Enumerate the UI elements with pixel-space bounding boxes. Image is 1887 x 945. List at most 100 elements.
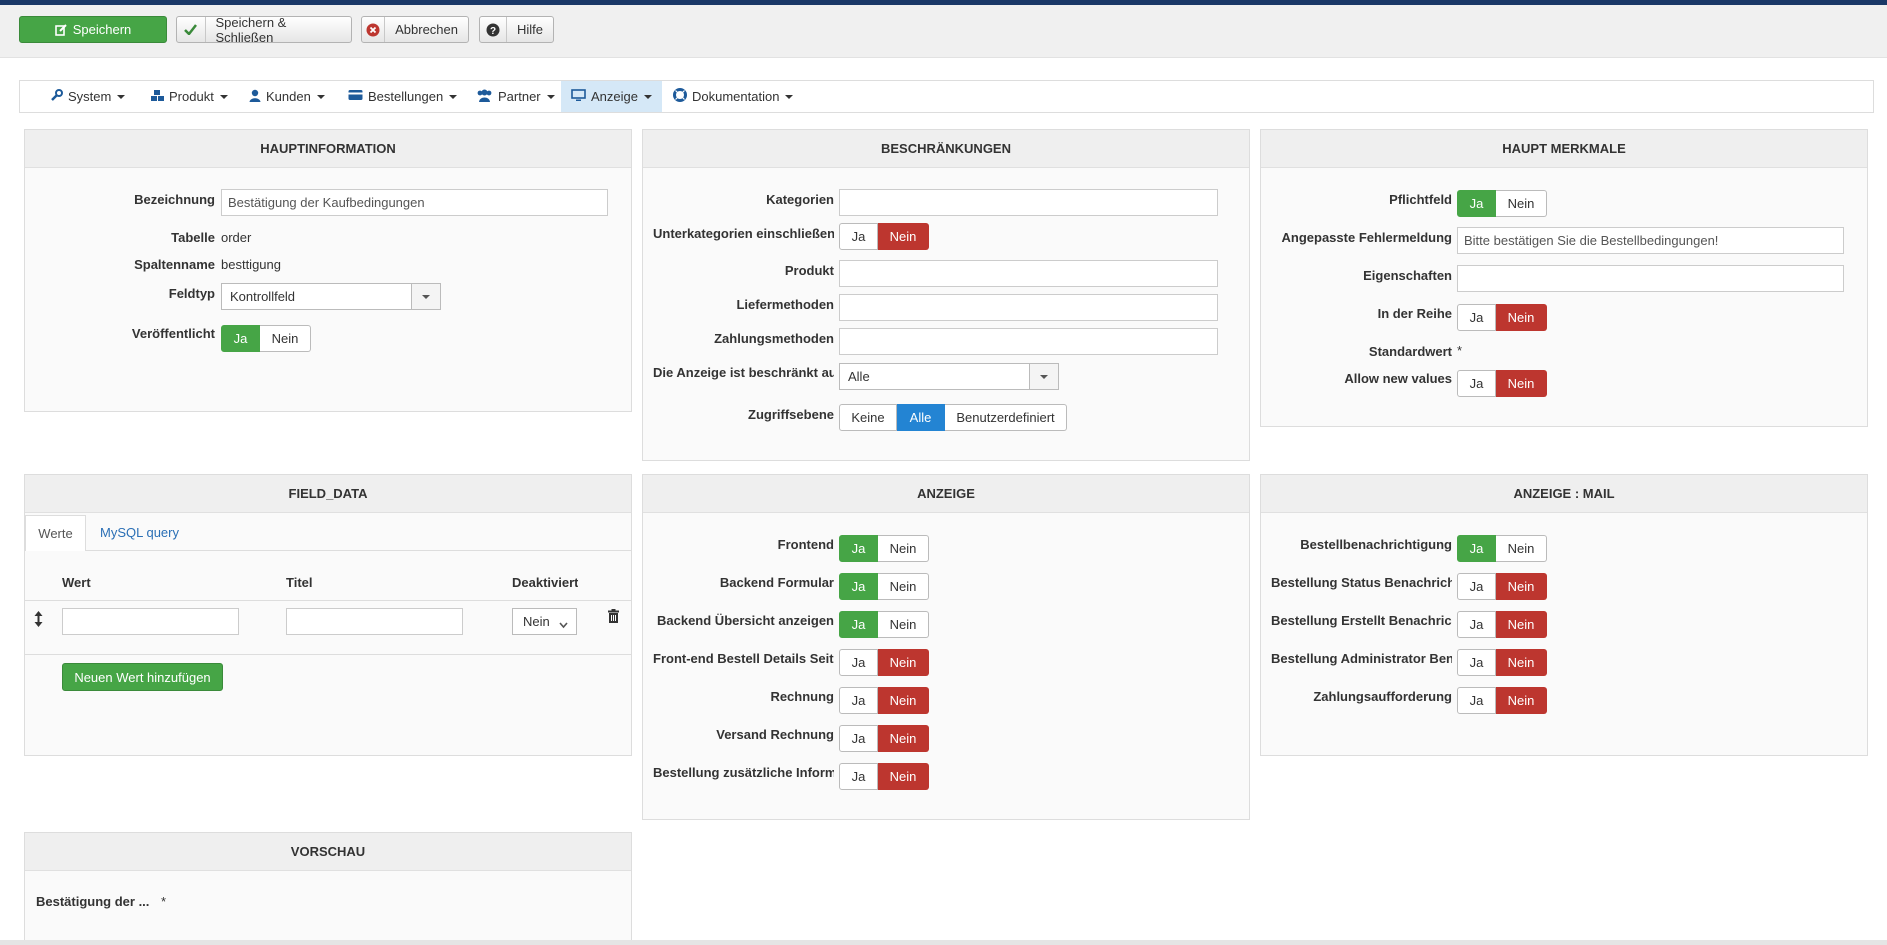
nav-anzeige[interactable]: Anzeige xyxy=(561,81,662,112)
anzeige-label: Backend Übersicht anzeigen xyxy=(657,613,834,628)
cancel-button[interactable]: Abbrechen xyxy=(361,16,469,43)
nav-produkt[interactable]: Produkt xyxy=(150,81,228,112)
deaktiviert-value: Nein xyxy=(523,614,550,629)
toggle-no[interactable]: Nein xyxy=(878,725,929,752)
bezeichnung-input[interactable]: Bestätigung der Kaufbedingungen xyxy=(221,189,608,216)
panel-title: HAUPT MERKMALE xyxy=(1261,130,1867,168)
nav-anzeige-label: Anzeige xyxy=(591,89,638,104)
nav-dokumentation[interactable]: Dokumentation xyxy=(673,81,794,112)
mail-toggle[interactable]: Ja Nein xyxy=(1457,535,1547,562)
toggle-no[interactable]: Nein xyxy=(1496,687,1547,714)
vorschau-label: Bestätigung der ... xyxy=(36,894,150,909)
toggle-no[interactable]: Nein xyxy=(1496,370,1547,397)
zugriff-benutzerdefiniert[interactable]: Benutzerdefiniert xyxy=(945,404,1067,431)
col-titel: Titel xyxy=(286,575,313,590)
toggle-no[interactable]: Nein xyxy=(1496,649,1547,676)
tab-werte[interactable]: Werte xyxy=(25,515,86,551)
zugriff-alle[interactable]: Alle xyxy=(897,404,945,431)
pflichtfeld-toggle[interactable]: Ja Nein xyxy=(1457,190,1547,217)
liefermethoden-input[interactable] xyxy=(839,294,1218,321)
trash-icon[interactable] xyxy=(608,609,619,627)
wert-input[interactable] xyxy=(62,608,239,635)
toggle-yes[interactable]: Ja xyxy=(839,535,878,562)
anzeige-toggle[interactable]: Ja Nein xyxy=(839,687,929,714)
allow-new-values-toggle[interactable]: Ja Nein xyxy=(1457,370,1547,397)
anzeige-toggle[interactable]: Ja Nein xyxy=(839,649,929,676)
produkt-input[interactable] xyxy=(839,260,1218,287)
toggle-yes[interactable]: Ja xyxy=(839,725,878,752)
toggle-yes[interactable]: Ja xyxy=(839,649,878,676)
tabelle-value: order xyxy=(221,230,252,245)
deaktiviert-select[interactable]: Nein xyxy=(512,608,577,635)
in-der-reihe-toggle[interactable]: Ja Nein xyxy=(1457,304,1547,331)
nav-bestellungen[interactable]: Bestellungen xyxy=(348,81,458,112)
panel-beschraenkungen: BESCHRÄNKUNGEN Kategorien Unterkategorie… xyxy=(642,129,1250,461)
save-button[interactable]: Speichern xyxy=(19,16,167,43)
toggle-yes[interactable]: Ja xyxy=(1457,573,1496,600)
toggle-no[interactable]: Nein xyxy=(878,687,929,714)
kategorien-input[interactable] xyxy=(839,189,1218,216)
nav-kunden[interactable]: Kunden xyxy=(249,81,325,112)
anzeige-toggle[interactable]: Ja Nein xyxy=(839,763,929,790)
toggle-yes[interactable]: Ja xyxy=(839,687,878,714)
toggle-no[interactable]: Nein xyxy=(1496,573,1547,600)
chevron-down-icon xyxy=(411,284,440,309)
toggle-yes[interactable]: Ja xyxy=(839,611,878,638)
toggle-yes[interactable]: Ja xyxy=(1457,687,1496,714)
toggle-no[interactable]: Nein xyxy=(1496,611,1547,638)
toggle-no[interactable]: Nein xyxy=(1496,304,1547,331)
toggle-no[interactable]: Nein xyxy=(878,223,929,250)
anzeige-label: Frontend xyxy=(777,537,834,552)
save-close-button[interactable]: Speichern & Schließen xyxy=(176,15,352,45)
pflichtfeld-label: Pflichtfeld xyxy=(1389,192,1452,207)
toggle-yes[interactable]: Ja xyxy=(839,223,878,250)
unterkategorien-toggle[interactable]: Ja Nein xyxy=(839,223,929,250)
help-icon: ? xyxy=(480,17,507,42)
toggle-no[interactable]: Nein xyxy=(1496,535,1547,562)
toggle-yes[interactable]: Ja xyxy=(1457,304,1496,331)
help-button[interactable]: ? Hilfe xyxy=(479,16,554,43)
zugriff-keine[interactable]: Keine xyxy=(839,404,897,431)
fehlermeldung-input[interactable]: Bitte bestätigen Sie die Bestellbedingun… xyxy=(1457,227,1844,254)
anzeige-beschraenkt-select[interactable]: Alle xyxy=(839,363,1059,390)
nav-partner-label: Partner xyxy=(498,89,541,104)
titel-input[interactable] xyxy=(286,608,463,635)
toggle-no[interactable]: Nein xyxy=(878,763,929,790)
toggle-yes[interactable]: Ja xyxy=(1457,535,1496,562)
toggle-no[interactable]: Nein xyxy=(260,325,311,352)
veroeffentlicht-toggle[interactable]: Ja Nein xyxy=(221,325,311,352)
mail-toggle[interactable]: Ja Nein xyxy=(1457,687,1547,714)
feldtyp-select[interactable]: Kontrollfeld xyxy=(221,283,441,310)
toggle-no[interactable]: Nein xyxy=(878,649,929,676)
toggle-no[interactable]: Nein xyxy=(1496,190,1547,217)
toggle-yes[interactable]: Ja xyxy=(839,573,878,600)
col-deaktiviert: Deaktiviert xyxy=(512,575,579,590)
toggle-no[interactable]: Nein xyxy=(878,611,929,638)
tab-mysql-query[interactable]: MySQL query xyxy=(100,525,179,540)
eigenschaften-input[interactable] xyxy=(1457,265,1844,292)
nav-partner[interactable]: Partner xyxy=(476,81,555,112)
nav-kunden-label: Kunden xyxy=(266,89,311,104)
toggle-yes[interactable]: Ja xyxy=(221,325,260,352)
add-value-button[interactable]: Neuen Wert hinzufügen xyxy=(62,663,223,691)
mail-toggle[interactable]: Ja Nein xyxy=(1457,573,1547,600)
anzeige-toggle[interactable]: Ja Nein xyxy=(839,611,929,638)
toggle-no[interactable]: Nein xyxy=(878,573,929,600)
mail-toggle[interactable]: Ja Nein xyxy=(1457,611,1547,638)
mail-toggle[interactable]: Ja Nein xyxy=(1457,649,1547,676)
toggle-yes[interactable]: Ja xyxy=(839,763,878,790)
zahlungsmethoden-input[interactable] xyxy=(839,328,1218,355)
anzeige-toggle[interactable]: Ja Nein xyxy=(839,535,929,562)
toggle-yes[interactable]: Ja xyxy=(1457,611,1496,638)
nav-produkt-label: Produkt xyxy=(169,89,214,104)
zugriffsebene-toggle[interactable]: Keine Alle Benutzerdefiniert xyxy=(839,404,1067,431)
toggle-yes[interactable]: Ja xyxy=(1457,370,1496,397)
nav-system[interactable]: System xyxy=(50,81,126,112)
drag-handle-icon[interactable] xyxy=(34,611,43,631)
anzeige-toggle[interactable]: Ja Nein xyxy=(839,573,929,600)
toggle-yes[interactable]: Ja xyxy=(1457,190,1496,217)
liefermethoden-label: Liefermethoden xyxy=(736,297,834,312)
toggle-yes[interactable]: Ja xyxy=(1457,649,1496,676)
anzeige-toggle[interactable]: Ja Nein xyxy=(839,725,929,752)
toggle-no[interactable]: Nein xyxy=(878,535,929,562)
